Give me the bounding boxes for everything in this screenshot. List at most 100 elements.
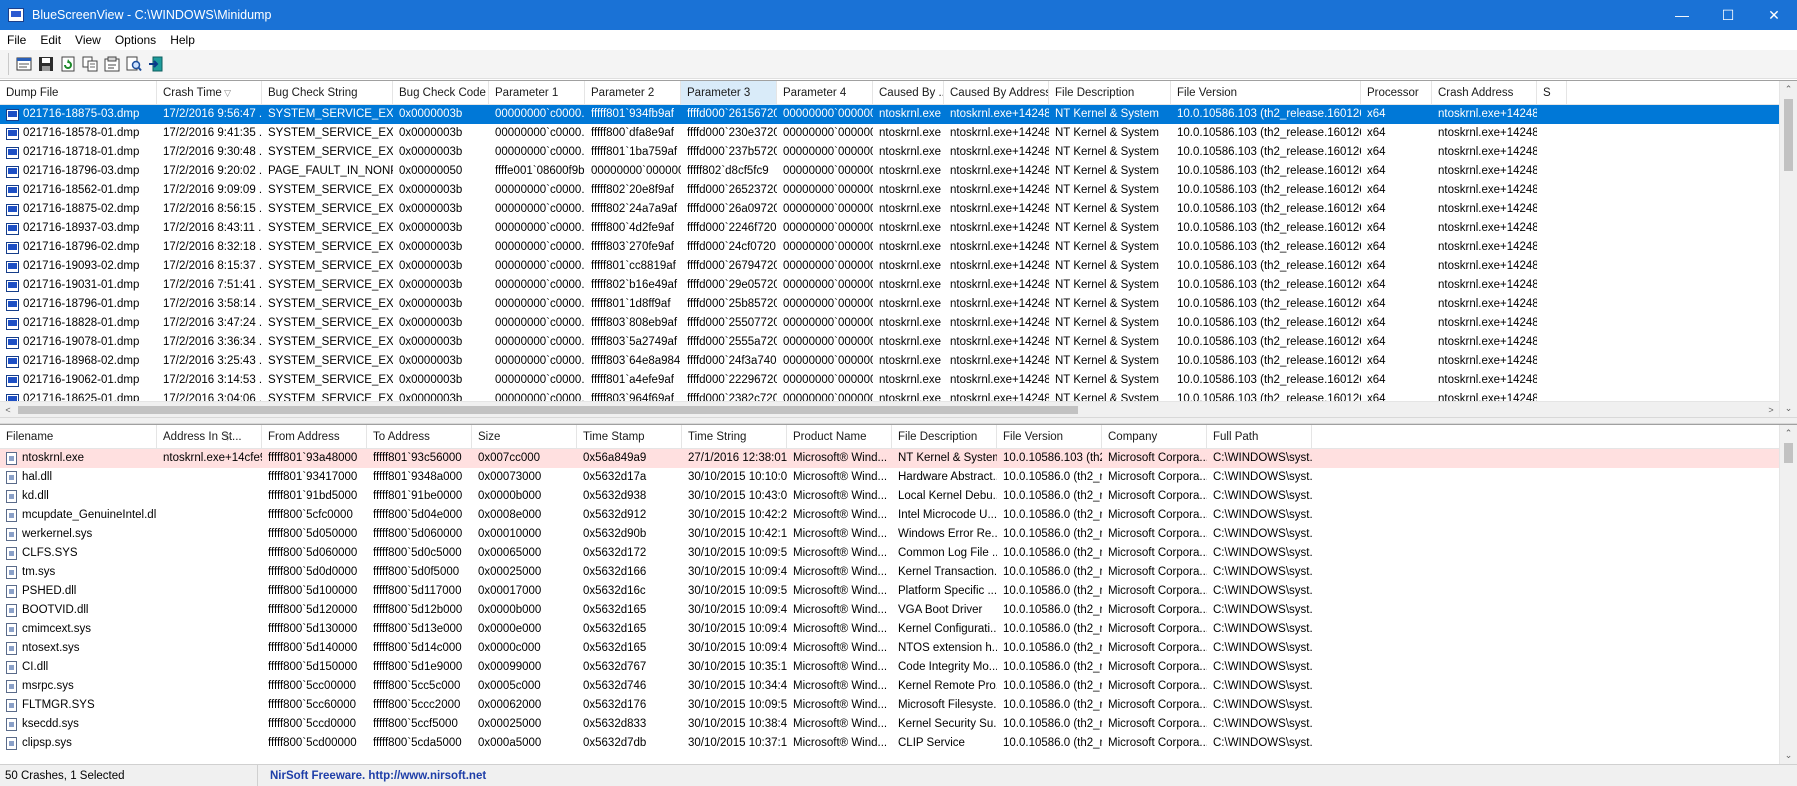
scroll-down-icon[interactable]: ⌄	[1780, 747, 1797, 764]
crash-column-parameter-2[interactable]: Parameter 2	[585, 81, 681, 105]
dump-file-icon	[6, 241, 19, 254]
crash-cell-8: ntoskrnl.exe	[879, 336, 942, 348]
driver-cell-1	[157, 563, 262, 582]
driver-column-from-address[interactable]: From Address	[262, 425, 367, 449]
save-button[interactable]	[35, 53, 57, 75]
driver-row[interactable]: CLFS.SYS fffff800`5d060000 fffff800`5d0c50…	[0, 544, 1779, 563]
menu-view[interactable]: View	[68, 33, 108, 47]
crash-cell-1: 17/2/2016 9:09:09 ...	[163, 184, 262, 196]
crash-cell-13: ntoskrnl.exe+142480	[1438, 260, 1537, 272]
crash-column-bug-check-string[interactable]: Bug Check String	[262, 81, 393, 105]
driver-column-size[interactable]: Size	[472, 425, 577, 449]
menu-edit[interactable]: Edit	[33, 33, 68, 47]
driver-row[interactable]: ntosext.sys fffff800`5d140000 fffff800`5d1…	[0, 639, 1779, 658]
crash-column-caused-by[interactable]: Caused By ...	[873, 81, 944, 105]
scroll-up-icon[interactable]: ⌃	[1780, 81, 1797, 98]
driver-row[interactable]: werkernel.sys fffff800`5d050000 fffff800`5…	[0, 525, 1779, 544]
driver-row[interactable]: FLTMGR.SYS fffff800`5cc60000 fffff800`5ccc…	[0, 696, 1779, 715]
driver-column-to-address[interactable]: To Address	[367, 425, 472, 449]
crash-row[interactable]: 021716-18562-01.dmp 17/2/2016 9:09:09 ...…	[0, 181, 1779, 200]
crash-list-vertical-scrollbar[interactable]: ⌃ ⌄	[1779, 81, 1797, 417]
driver-cell-5: 0x5632d833	[583, 718, 647, 730]
menu-options[interactable]: Options	[108, 33, 163, 47]
driver-row[interactable]: ntoskrnl.exe ntoskrnl.exe+14cfe9 fffff801`…	[0, 449, 1779, 468]
crash-row[interactable]: 021716-18796-02.dmp 17/2/2016 8:32:18 ...…	[0, 238, 1779, 257]
driver-list-vertical-scrollbar[interactable]: ⌃ ⌄	[1779, 425, 1797, 764]
crash-row[interactable]: 021716-19093-02.dmp 17/2/2016 8:15:37 ...…	[0, 257, 1779, 276]
properties-button[interactable]	[101, 53, 123, 75]
driver-row[interactable]: kd.dll fffff801`91bd5000 fffff801`91be0000…	[0, 487, 1779, 506]
crash-row[interactable]: 021716-18718-01.dmp 17/2/2016 9:30:48 ...…	[0, 143, 1779, 162]
crash-cell-6: ffffd000`2246f720	[687, 222, 777, 234]
crash-column-file-version[interactable]: File Version	[1171, 81, 1361, 105]
driver-column-full-path[interactable]: Full Path	[1207, 425, 1312, 449]
crash-filename: 021716-18796-03.dmp	[23, 165, 140, 177]
html-report-button[interactable]	[13, 53, 35, 75]
driver-column-time-string[interactable]: Time String	[682, 425, 787, 449]
crash-row[interactable]: 021716-18968-02.dmp 17/2/2016 3:25:43 ...…	[0, 352, 1779, 371]
scroll-thumb[interactable]	[1784, 443, 1793, 463]
driver-row[interactable]: ksecdd.sys fffff800`5ccd0000 fffff800`5ccf…	[0, 715, 1779, 734]
driver-row[interactable]: PSHED.dll fffff800`5d100000 fffff800`5d117…	[0, 582, 1779, 601]
driver-column-address-in-st[interactable]: Address In St... ▽	[157, 425, 262, 449]
crash-column-dump-file[interactable]: Dump File	[0, 81, 157, 105]
crash-row[interactable]: 021716-19078-01.dmp 17/2/2016 3:36:34 ...…	[0, 333, 1779, 352]
crash-row[interactable]: 021716-19062-01.dmp 17/2/2016 3:14:53 ...…	[0, 371, 1779, 390]
minimize-button[interactable]: —	[1659, 0, 1705, 30]
driver-row[interactable]: BOOTVID.dll fffff800`5d120000 fffff800`5d1…	[0, 601, 1779, 620]
driver-row[interactable]: msrpc.sys fffff800`5cc00000 fffff800`5cc5c…	[0, 677, 1779, 696]
crash-column-crash-time[interactable]: Crash Time ▽	[157, 81, 262, 105]
scroll-up-icon[interactable]: ⌃	[1780, 425, 1797, 442]
driver-cell-9: 10.0.10586.0 (th2_r...	[1003, 623, 1102, 635]
driver-cell-5: 0x5632d165	[583, 642, 647, 654]
driver-row[interactable]: CI.dll fffff800`5d150000 fffff800`5d1e9000…	[0, 658, 1779, 677]
exit-button[interactable]	[145, 53, 167, 75]
refresh-button[interactable]	[57, 53, 79, 75]
crash-column-caused-by-address[interactable]: Caused By Address	[944, 81, 1049, 105]
menu-file[interactable]: File	[0, 33, 33, 47]
driver-column-file-description[interactable]: File Description	[892, 425, 997, 449]
scroll-thumb[interactable]	[18, 406, 1078, 414]
crash-row[interactable]: 021716-18937-03.dmp 17/2/2016 8:43:11 ...…	[0, 219, 1779, 238]
crash-cell-9: ntoskrnl.exe+142480	[950, 298, 1049, 310]
nirsoft-link[interactable]: NirSoft Freeware. http://www.nirsoft.net	[258, 770, 486, 782]
driver-column-company[interactable]: Company	[1102, 425, 1207, 449]
maximize-button[interactable]: ☐	[1705, 0, 1751, 30]
driver-column-filename[interactable]: Filename	[0, 425, 157, 449]
copy-button[interactable]	[79, 53, 101, 75]
find-button[interactable]	[123, 53, 145, 75]
crash-row[interactable]: 021716-18796-03.dmp 17/2/2016 9:20:02 ...…	[0, 162, 1779, 181]
crash-column-file-description[interactable]: File Description	[1049, 81, 1171, 105]
menu-help[interactable]: Help	[163, 33, 202, 47]
crash-list-horizontal-scrollbar[interactable]: < >	[0, 401, 1779, 417]
driver-cell-0: BOOTVID.dll	[0, 601, 157, 620]
crash-column-processor[interactable]: Processor	[1361, 81, 1432, 105]
crash-column-parameter-1[interactable]: Parameter 1	[489, 81, 585, 105]
driver-row[interactable]: mcupdate_GenuineIntel.dll fffff800`5cfc00…	[0, 506, 1779, 525]
driver-cell-4: 0x00025000	[478, 566, 542, 578]
crash-column-parameter-3[interactable]: Parameter 3	[681, 81, 777, 105]
crash-column-crash-address[interactable]: Crash Address	[1432, 81, 1537, 105]
driver-column-file-version[interactable]: File Version	[997, 425, 1102, 449]
crash-row[interactable]: 021716-18578-01.dmp 17/2/2016 9:41:35 ...…	[0, 124, 1779, 143]
crash-column-parameter-4[interactable]: Parameter 4	[777, 81, 873, 105]
crash-row[interactable]: 021716-18875-03.dmp 17/2/2016 9:56:47 ...…	[0, 105, 1779, 124]
crash-row[interactable]: 021716-18796-01.dmp 17/2/2016 3:58:14 ...…	[0, 295, 1779, 314]
scroll-down-icon[interactable]: ⌄	[1780, 400, 1797, 417]
crash-row[interactable]: 021716-18875-02.dmp 17/2/2016 8:56:15 ...…	[0, 200, 1779, 219]
driver-column-product-name[interactable]: Product Name	[787, 425, 892, 449]
scroll-thumb[interactable]	[1784, 99, 1793, 171]
close-button[interactable]: ✕	[1751, 0, 1797, 30]
scroll-left-icon[interactable]: <	[0, 402, 16, 417]
pane-splitter[interactable]	[0, 417, 1797, 424]
crash-row[interactable]: 021716-19031-01.dmp 17/2/2016 7:51:41 ...…	[0, 276, 1779, 295]
crash-column-s[interactable]: S	[1537, 81, 1567, 105]
scroll-right-icon[interactable]: >	[1763, 402, 1779, 417]
crash-row[interactable]: 021716-18828-01.dmp 17/2/2016 3:47:24 ...…	[0, 314, 1779, 333]
driver-row[interactable]: tm.sys fffff800`5d0d0000 fffff800`5d0f5000…	[0, 563, 1779, 582]
driver-row[interactable]: hal.dll fffff801`93417000 fffff801`9348a00…	[0, 468, 1779, 487]
driver-row[interactable]: cmimcext.sys fffff800`5d130000 fffff800`5d…	[0, 620, 1779, 639]
crash-column-bug-check-code[interactable]: Bug Check Code	[393, 81, 489, 105]
driver-column-time-stamp[interactable]: Time Stamp	[577, 425, 682, 449]
driver-row[interactable]: clipsp.sys fffff800`5cd00000 fffff800`5cda…	[0, 734, 1779, 753]
